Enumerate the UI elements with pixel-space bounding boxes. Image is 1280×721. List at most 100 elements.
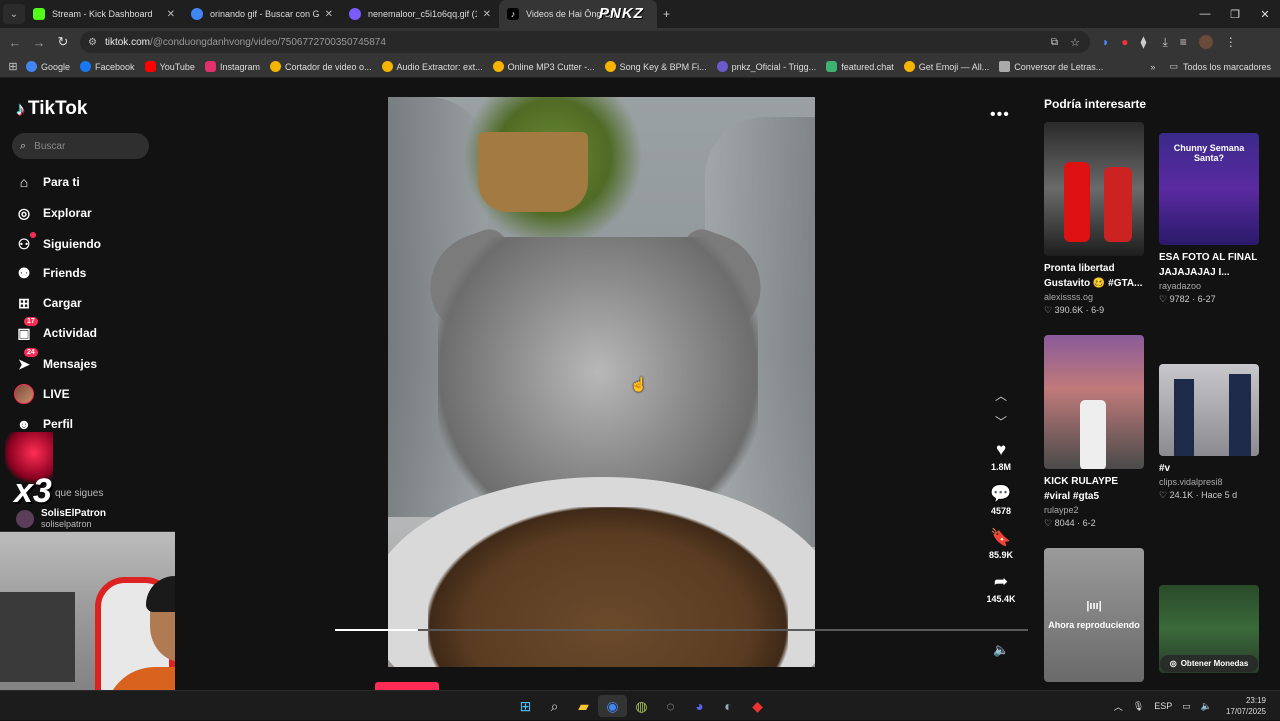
bookmark-conversor[interactable]: Conversor de Letras... <box>999 61 1103 72</box>
file-explorer-icon[interactable]: ▰ <box>569 695 598 717</box>
clock[interactable]: 23:19 17/07/2025 <box>1226 695 1266 717</box>
windows-start-icon[interactable]: ⊞ <box>511 695 540 717</box>
menu-icon[interactable]: ⋮ <box>1225 35 1237 49</box>
previous-video-icon[interactable]: ︿ <box>993 387 1009 404</box>
extension-icon[interactable]: ● <box>1121 35 1128 49</box>
url-path: /@conduongdanhvong/video/750677270035074… <box>149 36 386 48</box>
nav-friends[interactable]: ⚉ Friends <box>14 263 87 283</box>
recommended-video[interactable]: Chunny Semana Santa? ESA FOTO AL FINAL J… <box>1159 133 1259 306</box>
maximize-icon[interactable]: ❐ <box>1220 0 1250 28</box>
people-icon: ⚇ <box>14 232 36 254</box>
tab-search-button[interactable]: ⌄ <box>3 4 25 24</box>
volume-icon[interactable]: 🔈 <box>993 642 1009 658</box>
recommended-video[interactable]: #v clips.vidalpresi8 ♡ 24.1K · Hace 5 d <box>1159 364 1259 502</box>
comment-icon: 💬 <box>990 484 1012 503</box>
search-input[interactable]: ⌕ Buscar <box>12 133 149 159</box>
bookmark-label: Instagram <box>219 61 260 72</box>
tab-google[interactable]: orinando gif - Buscar con Goog ✕ <box>183 0 341 28</box>
profile-avatar[interactable] <box>1198 35 1213 49</box>
nav-para-ti[interactable]: ⌂ Para ti <box>14 172 80 192</box>
tab-kick[interactable]: Stream - Kick Dashboard ✕ <box>25 0 183 28</box>
new-tab-button[interactable]: + <box>663 7 670 21</box>
close-icon[interactable]: ✕ <box>483 9 491 20</box>
network-icon[interactable]: ▭ <box>1182 701 1191 712</box>
back-icon[interactable]: ← <box>3 35 27 50</box>
bookmark-youtube[interactable]: YouTube <box>144 61 195 72</box>
nav-actividad[interactable]: ▣ 17 Actividad <box>14 317 97 343</box>
bookmark-instagram[interactable]: Instagram <box>204 61 260 72</box>
search-icon[interactable]: ⌕ <box>540 695 569 717</box>
url-field[interactable]: ⚙ tiktok.com /@conduongdanhvong/video/75… <box>80 31 1090 53</box>
bookmark-mp3-cutter[interactable]: Online MP3 Cutter -... <box>492 61 595 72</box>
share-button[interactable]: ➦ 145.4K <box>981 572 1021 604</box>
more-options-icon[interactable]: ••• <box>990 106 1010 124</box>
video-player[interactable] <box>388 97 815 667</box>
download-icon[interactable]: ⤓ <box>1162 35 1167 50</box>
bookmark-get-emoji[interactable]: Get Emoji — All... <box>903 61 989 72</box>
language-indicator[interactable]: ESP <box>1154 701 1172 711</box>
bookmark-cortador[interactable]: Cortador de video o... <box>269 61 372 72</box>
next-video-icon[interactable]: ﹀ <box>993 413 1009 430</box>
like-button[interactable]: ♥ 1.8M <box>981 440 1021 472</box>
speaker-icon[interactable]: 🔈 <box>1201 701 1212 712</box>
nav-perfil[interactable]: ☻ Perfil <box>14 414 73 434</box>
all-bookmarks-button[interactable]: ▭ Todos los marcadores <box>1169 61 1271 72</box>
tab-tiktok[interactable]: ♪ Videos de Hai Ông Ch PNKZ <box>499 0 657 28</box>
close-icon[interactable]: ✕ <box>167 9 175 20</box>
puzzle-icon[interactable]: ⧫ <box>1141 35 1147 49</box>
more-bookmarks-icon[interactable]: » <box>1150 62 1155 72</box>
now-playing-label: Ahora reproduciendo <box>1048 620 1140 630</box>
bookmark-facebook[interactable]: Facebook <box>80 61 135 72</box>
nav-live[interactable]: LIVE <box>14 384 70 404</box>
recommended-video[interactable]: KICK RULAYPE #viral #gta5 #roleplay... r… <box>1044 335 1144 530</box>
folder-icon: ▭ <box>1169 61 1178 71</box>
save-button[interactable]: 🔖 85.9K <box>981 528 1021 560</box>
bookmark-icon: 🔖 <box>990 528 1012 547</box>
nav-label: Explorar <box>43 206 92 220</box>
app-icon[interactable]: ◆ <box>743 695 772 717</box>
bookmark-label: Cortador de video o... <box>284 61 372 72</box>
video-progress-bar[interactable] <box>335 629 1028 631</box>
apps-icon[interactable]: ⊞ <box>0 60 26 73</box>
close-window-icon[interactable]: ✕ <box>1250 0 1280 28</box>
nav-siguiendo[interactable]: ⚇ Siguiendo <box>14 232 101 254</box>
bookmark-google[interactable]: Google <box>26 61 70 72</box>
reload-icon[interactable]: ↻ <box>51 34 75 50</box>
bookmark-audio-extractor[interactable]: Audio Extractor: ext... <box>381 61 483 72</box>
bookmark-pnkz[interactable]: pnkz_Oficial - Trigg... <box>716 61 816 72</box>
recommended-video[interactable]: Pronta libertad Gustavito 🥴 #GTA... alex… <box>1044 122 1144 317</box>
chat-icon <box>826 61 838 72</box>
bookmark-song-key[interactable]: Song Key & BPM Fi... <box>604 61 707 72</box>
app-icon[interactable]: ◍ <box>627 695 656 717</box>
tiktok-logo[interactable]: ♪ TikTok <box>16 98 87 120</box>
tab-list-icon[interactable]: ≡ <box>1180 35 1187 49</box>
tab-gif[interactable]: nenemaloor_c5i1o6qq.gif (176 ✕ <box>341 0 499 28</box>
obs-icon[interactable]: ◌ <box>656 695 685 717</box>
minimize-icon[interactable]: — <box>1190 0 1220 28</box>
nav-explorar[interactable]: ◎ Explorar <box>14 203 92 223</box>
now-playing-video[interactable]: |ııı| Ahora reproduciendo <box>1044 548 1144 682</box>
steam-icon[interactable]: ◐ <box>714 695 743 717</box>
nav-mensajes[interactable]: ➤ 24 Mensajes <box>14 348 97 374</box>
install-icon[interactable]: ⧉ <box>1051 37 1058 48</box>
share-count: 145.4K <box>986 594 1016 604</box>
recommended-user: rulaype2 <box>1044 505 1079 515</box>
chevron-up-icon[interactable]: ︿ <box>1114 700 1123 713</box>
tiktok-note-icon: ♪ <box>16 98 25 119</box>
site-info-icon[interactable]: ⚙ <box>88 37 97 48</box>
bookmark-featured-chat[interactable]: featured.chat <box>826 61 894 72</box>
comment-button[interactable]: 💬 4578 <box>981 484 1021 516</box>
discord-icon[interactable]: ◕ <box>685 695 714 717</box>
forward-icon[interactable]: → <box>27 35 51 50</box>
follow-button-partial[interactable] <box>375 682 439 690</box>
microphone-icon[interactable]: 🎙 <box>1133 701 1144 712</box>
close-icon[interactable]: ✕ <box>325 9 333 20</box>
nav-cargar[interactable]: ⊞ Cargar <box>14 293 82 313</box>
pnkz-overlay-logo: PNKZ <box>599 5 644 22</box>
chrome-icon[interactable]: ◉ <box>598 695 627 717</box>
star-icon[interactable]: ☆ <box>1070 36 1080 49</box>
get-coins-button[interactable]: ◎ Obtener Monedas <box>1160 655 1258 672</box>
extension-icon[interactable]: ◗ <box>1102 35 1109 49</box>
cam-background-shelf <box>0 592 75 682</box>
following-account[interactable]: SolisElPatron soliselpatron <box>16 508 106 530</box>
